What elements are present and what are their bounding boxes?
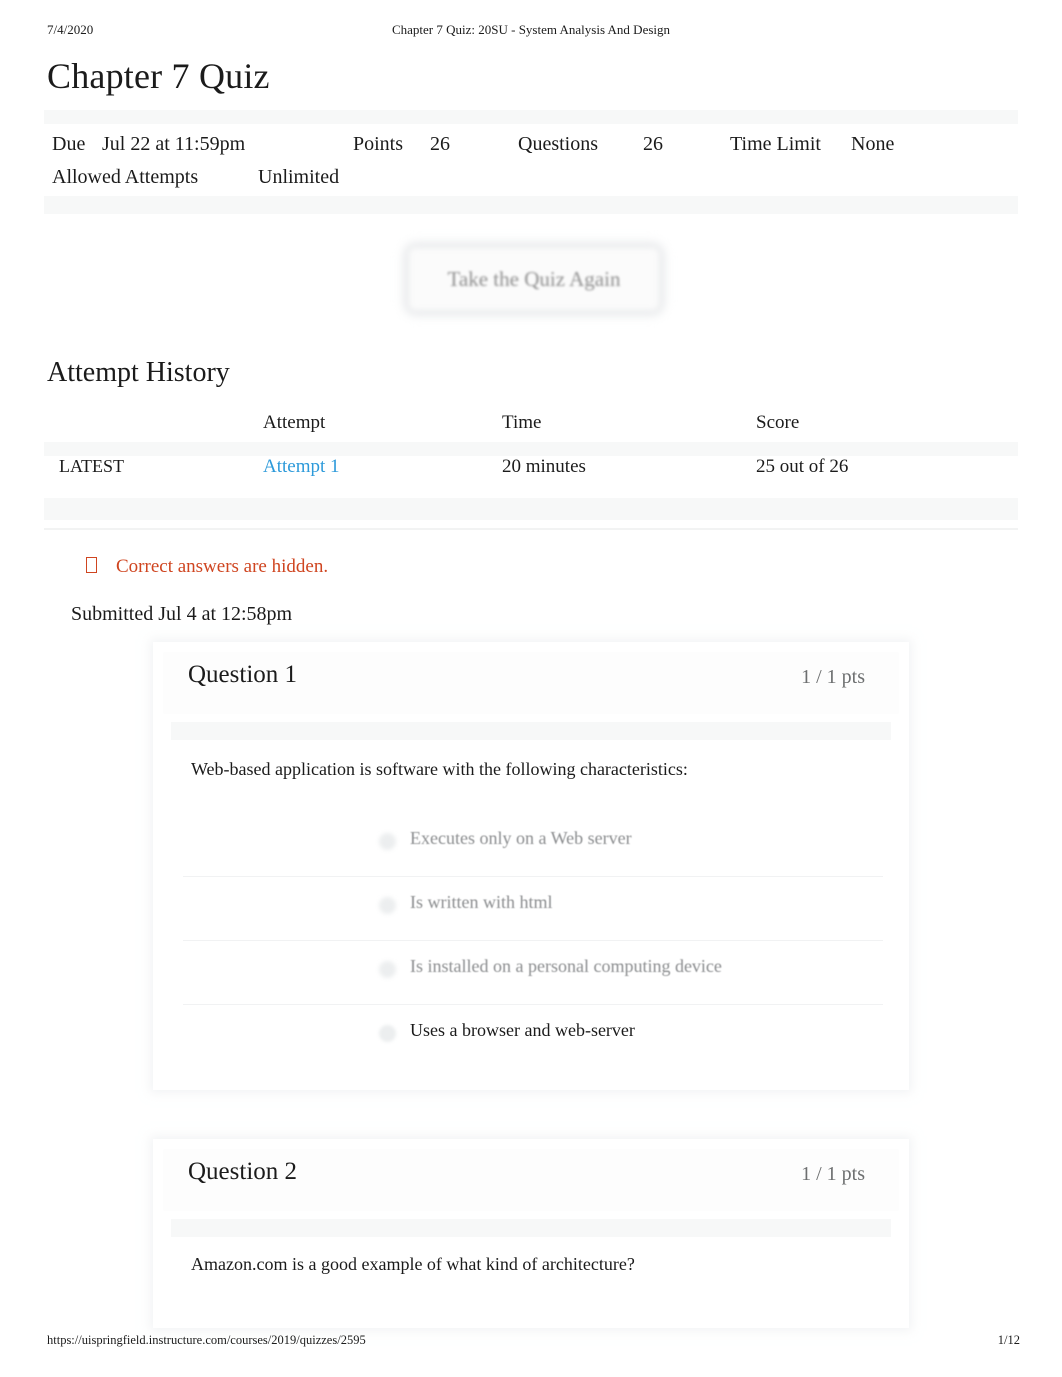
table-row: LATEST Attempt 1 20 minutes 25 out of 26 [44, 450, 1018, 496]
question-header: Question 1 1 / 1 pts [153, 642, 909, 722]
history-band-3 [44, 528, 1018, 530]
status-badge: Correct answers are hidden. [86, 556, 328, 578]
meta-band-bottom [44, 196, 1018, 214]
attempt-history-heading: Attempt History [47, 357, 230, 388]
print-header: 7/4/2020 Chapter 7 Quiz: 20SU - System A… [0, 22, 1062, 42]
column-header-time: Time [502, 412, 542, 433]
print-url: https://uispringfield.instructure.com/co… [47, 1333, 366, 1347]
questions-value: 26 [643, 133, 663, 155]
answer-option[interactable]: Is written with html [183, 876, 883, 940]
quiz-results-page: 7/4/2020 Chapter 7 Quiz: 20SU - System A… [0, 0, 1062, 1377]
due-value: Jul 22 at 11:59pm [102, 133, 246, 155]
question-points: 1 / 1 pts [801, 1163, 865, 1185]
print-page-number: 1/12 [997, 1333, 1020, 1347]
answer-option-selected[interactable]: Uses a browser and web-server [183, 1004, 883, 1068]
question-points: 1 / 1 pts [801, 666, 865, 688]
question-header: Question 2 1 / 1 pts [153, 1139, 909, 1219]
allowed-attempts-label: Allowed Attempts [52, 166, 199, 188]
question-separator [171, 1219, 891, 1237]
submitted-timestamp: Submitted Jul 4 at 12:58pm [71, 603, 293, 625]
question-card: Question 2 1 / 1 pts Amazon.com is a goo… [153, 1139, 909, 1328]
attempt-1-link[interactable]: Attempt 1 [263, 456, 340, 477]
points-value: 26 [430, 133, 450, 155]
points-label: Points [353, 133, 404, 155]
attempt-link-cell: Attempt 1 [263, 456, 340, 478]
question-separator [171, 722, 891, 740]
answer-option[interactable]: Executes only on a Web server [183, 812, 883, 876]
take-quiz-again-label: Take the Quiz Again [447, 267, 621, 291]
allowed-attempts-value: Unlimited [258, 166, 340, 188]
radio-icon[interactable] [379, 897, 396, 914]
radio-icon[interactable] [379, 961, 396, 978]
column-header-attempt: Attempt [263, 412, 326, 433]
page-title: Chapter 7 Quiz [47, 56, 270, 96]
attempt-history-table: Attempt Time Score LATEST Attempt 1 20 m… [44, 412, 1018, 530]
radio-icon-selected[interactable] [379, 1025, 396, 1042]
attempt-score: 25 out of 26 [756, 456, 849, 477]
answer-option[interactable]: Is installed on a personal computing dev… [183, 940, 883, 1004]
time-limit-label: Time Limit [730, 133, 821, 155]
questions-label: Questions [518, 133, 598, 155]
print-document-title: Chapter 7 Quiz: 20SU - System Analysis A… [391, 22, 671, 37]
history-band-2 [44, 498, 1018, 520]
question-prompt: Web-based application is software with t… [191, 759, 688, 779]
answer-label: Uses a browser and web-server [410, 1020, 635, 1040]
attempt-time: 20 minutes [502, 456, 586, 477]
time-limit-value: None [851, 133, 895, 155]
answer-label: Executes only on a Web server [410, 828, 632, 848]
answer-label: Is written with html [410, 892, 553, 912]
radio-icon[interactable] [379, 833, 396, 850]
due-label: Due [52, 133, 86, 155]
notice-text: Correct answers are hidden. [116, 556, 329, 577]
column-header-score: Score [756, 412, 800, 433]
take-quiz-again-button[interactable]: Take the Quiz Again [409, 248, 659, 310]
question-title: Question 1 [188, 661, 298, 688]
question-prompt: Amazon.com is a good example of what kin… [191, 1254, 635, 1274]
attempt-kind-badge: LATEST [59, 456, 124, 476]
answer-list: Executes only on a Web server Is written… [183, 812, 883, 1068]
table-header-row: Attempt Time Score [44, 412, 1018, 442]
print-footer: https://uispringfield.instructure.com/co… [0, 1333, 1062, 1353]
meta-band-top [44, 110, 1018, 124]
info-icon [86, 557, 97, 573]
question-title: Question 2 [188, 1158, 298, 1185]
history-band-1 [44, 442, 1018, 456]
question-card: Question 1 1 / 1 pts Web-based applicati… [153, 642, 909, 1090]
answer-label: Is installed on a personal computing dev… [410, 956, 722, 976]
